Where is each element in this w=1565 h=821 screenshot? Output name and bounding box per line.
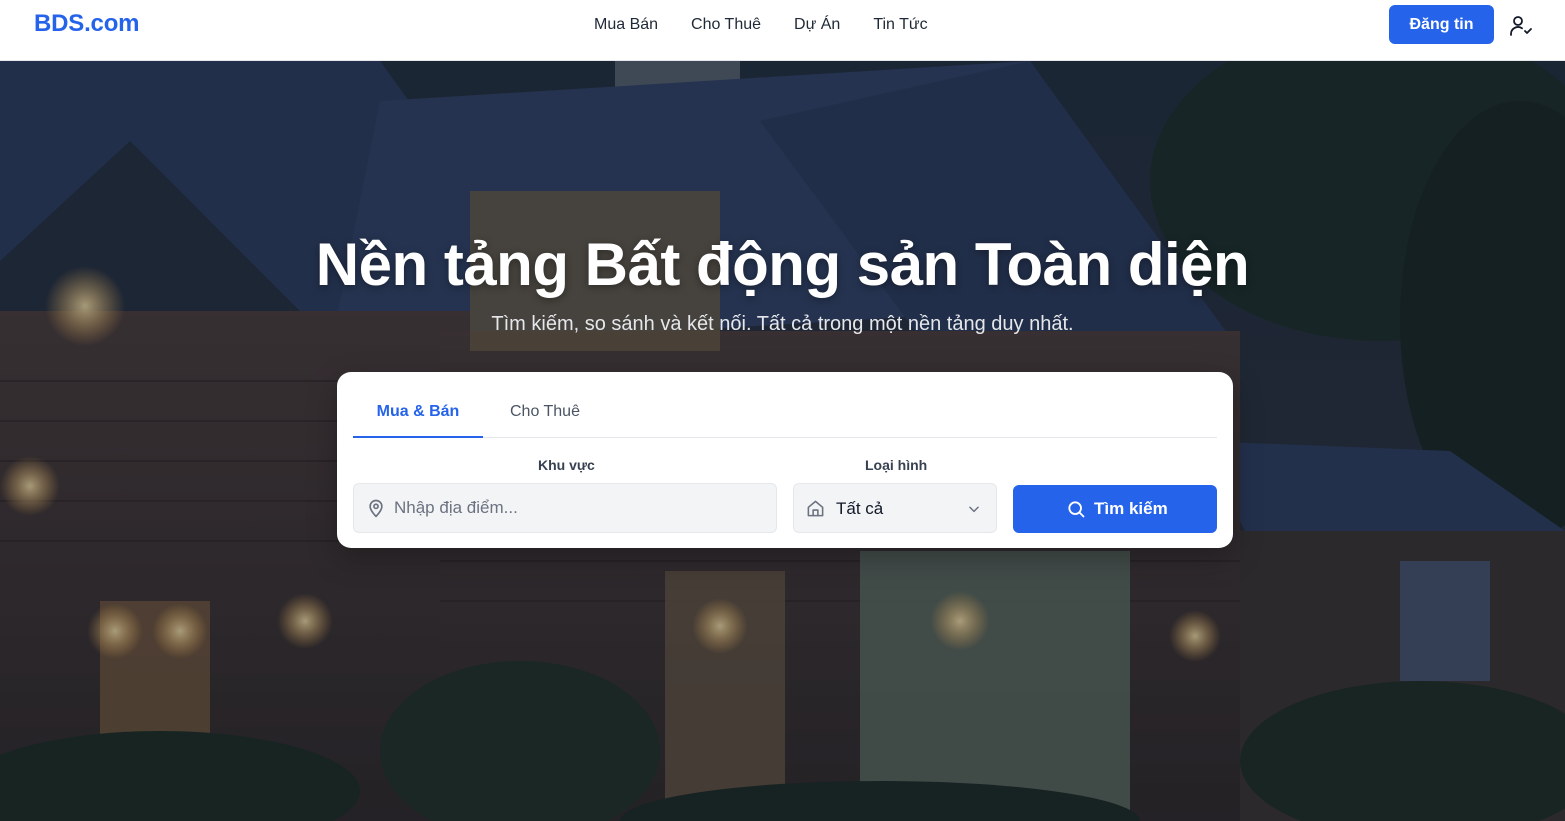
type-label: Loại hình [865,457,928,473]
area-label: Khu vực [538,457,595,473]
property-type-value: Tất cả [836,499,884,518]
hero-subtitle: Tìm kiếm, so sánh và kết nối. Tất cả tro… [491,313,1074,335]
hero-section: Nền tảng Bất động sản Toàn diện Tìm kiếm… [0,61,1565,821]
location-field [353,483,777,533]
top-header: BDS.com Mua Bán Cho Thuê Dự Án Tin Tức Đ… [0,0,1565,61]
search-button-label: Tìm kiếm [1094,499,1168,518]
tab-rent[interactable]: Cho Thuê [503,403,587,438]
nav-item-buy-sell[interactable]: Mua Bán [594,16,658,34]
house-icon [807,500,824,517]
map-pin-icon [369,499,383,518]
tab-buy-sell[interactable]: Mua & Bán [353,403,483,438]
search-card: Mua & Bán Cho Thuê Khu vực Loại hình Tất… [337,372,1233,548]
search-tabs: Mua & Bán Cho Thuê [353,372,1217,438]
property-type-select[interactable]: Tất cả [793,483,997,533]
user-check-icon[interactable] [1509,14,1533,38]
nav-item-projects[interactable]: Dự Án [794,16,840,34]
site-logo[interactable]: BDS.com [34,10,139,38]
search-button[interactable]: Tìm kiếm [1013,485,1217,533]
post-listing-button[interactable]: Đăng tin [1389,5,1494,44]
hero-title: Nền tảng Bất động sản Toàn diện [315,231,1250,298]
main-nav: Mua Bán Cho Thuê Dự Án Tin Tức [594,16,961,34]
location-input[interactable] [394,484,770,532]
search-icon [1068,501,1085,518]
nav-item-rent[interactable]: Cho Thuê [691,16,761,34]
chevron-down-icon [969,506,979,513]
nav-item-news[interactable]: Tin Tức [873,16,927,34]
